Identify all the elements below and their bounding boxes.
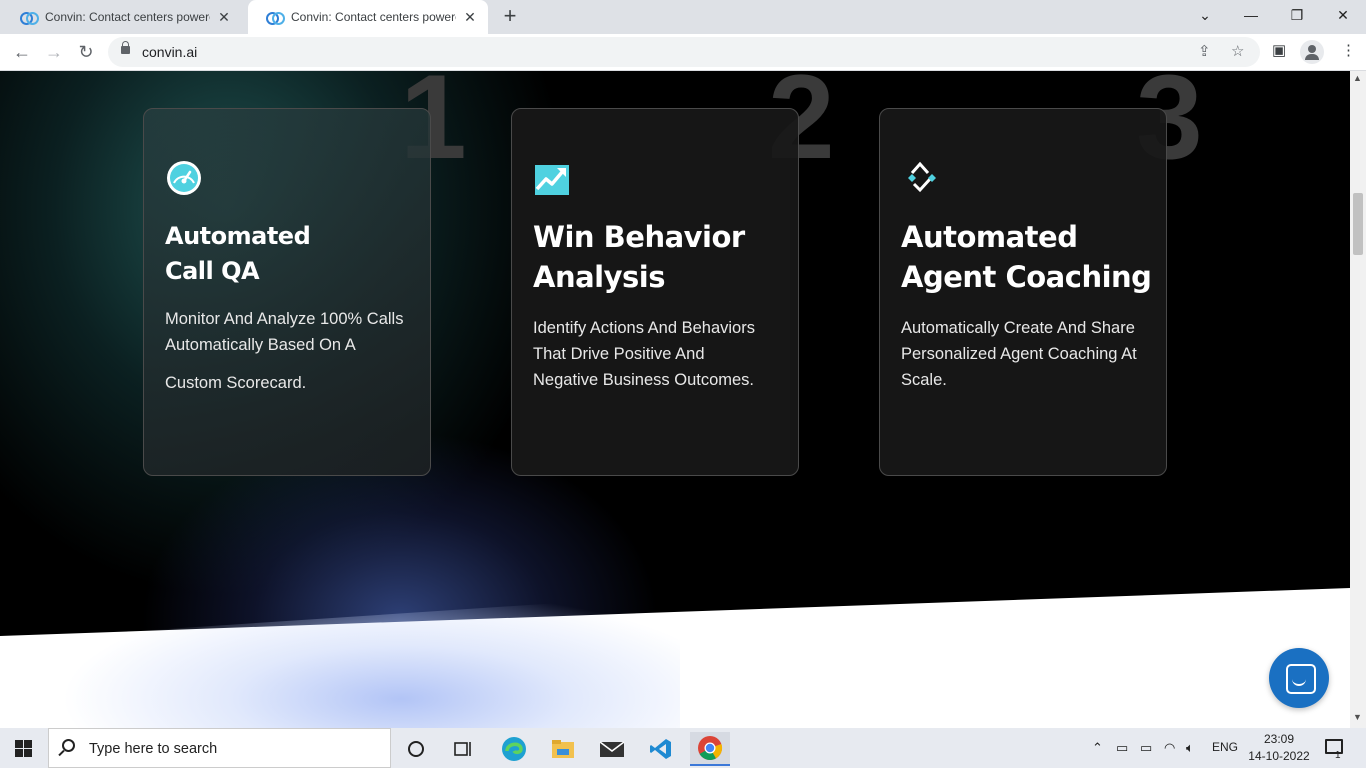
tab-search-icon[interactable]: ⌄ <box>1182 0 1228 30</box>
task-view-icon[interactable] <box>443 732 483 766</box>
card-desc-line: Identify Actions And Behaviors <box>533 319 755 337</box>
meet-now-icon[interactable]: ▭ <box>1116 740 1128 756</box>
convin-favicon-icon <box>20 9 39 25</box>
close-window-button[interactable]: ✕ <box>1320 0 1366 30</box>
search-placeholder: Type here to search <box>89 741 218 757</box>
page-viewport: 1 2 3 Automated Call QA Monitor And Anal… <box>0 71 1350 728</box>
file-explorer-icon[interactable] <box>543 732 583 766</box>
address-bar[interactable]: convin.ai ⇪ ☆ <box>108 37 1260 67</box>
volume-icon[interactable]: 🔈︎ <box>1186 740 1194 756</box>
windows-start-icon[interactable] <box>15 740 32 757</box>
card-title-line: Automated <box>901 220 1078 254</box>
windows-taskbar: Type here to search ⌃ ▭ ▭ ◠ 🔈︎ ENG 23:09… <box>0 728 1366 768</box>
new-tab-button[interactable]: + <box>498 5 522 29</box>
reload-icon[interactable]: ↻ <box>72 38 100 66</box>
convin-favicon-icon <box>266 9 285 25</box>
restore-button[interactable]: ❐ <box>1274 0 1320 30</box>
search-icon <box>62 739 75 752</box>
url-text: convin.ai <box>142 44 198 60</box>
scroll-up-arrow-icon[interactable]: ▲ <box>1353 73 1362 83</box>
speedometer-icon <box>167 161 201 195</box>
card-title-line: Analysis <box>533 260 665 294</box>
card-description: Identify Actions And Behaviors That Driv… <box>533 315 788 393</box>
card-desc-line: Personalized Agent Coaching At <box>901 345 1137 363</box>
card-title-line: Call QA <box>165 257 260 285</box>
card-title: Win Behavior Analysis <box>533 217 745 297</box>
card-desc-line: Custom Scorecard. <box>165 374 307 392</box>
card-title-line: Agent Coaching <box>901 260 1152 294</box>
tab-strip: Convin: Contact centers powered by AI ✕ … <box>0 0 1366 34</box>
taskbar-search-input[interactable]: Type here to search <box>48 728 391 768</box>
chrome-icon[interactable] <box>690 732 730 766</box>
card-title: Automated Agent Coaching <box>901 217 1152 297</box>
trend-chart-icon <box>535 165 569 195</box>
card-desc-line: Scale. <box>901 371 947 389</box>
browser-tab-2[interactable]: Convin: Contact centers powered by AI ✕ <box>248 0 488 34</box>
side-panel-icon[interactable]: ▣ <box>1272 41 1286 59</box>
profile-avatar-icon[interactable] <box>1300 40 1324 64</box>
vscode-icon[interactable] <box>641 732 681 766</box>
cortana-icon[interactable] <box>396 732 436 766</box>
edge-browser-icon[interactable] <box>494 732 534 766</box>
menu-kebab-icon[interactable]: ⋮ <box>1341 41 1356 59</box>
minimize-button[interactable]: — <box>1228 0 1274 30</box>
card-title-line: Automated <box>165 222 311 250</box>
tab-title: Convin: Contact centers powered by AI <box>45 10 210 24</box>
share-icon[interactable]: ⇪ <box>1198 42 1211 60</box>
feature-card-call-qa: Automated Call QA Monitor And Analyze 10… <box>143 108 431 476</box>
card-desc-line: Automatically Create And Share <box>901 319 1135 337</box>
feature-card-agent-coaching: Automated Agent Coaching Automatically C… <box>879 108 1167 476</box>
tray-overflow-icon[interactable]: ⌃ <box>1092 740 1103 756</box>
clock-time: 23:09 <box>1263 732 1295 746</box>
coaching-diamond-icon <box>908 161 936 193</box>
language-indicator[interactable]: ENG <box>1212 740 1238 754</box>
close-tab-icon[interactable]: ✕ <box>216 9 232 26</box>
card-desc-line: Monitor And Analyze 100% Calls <box>165 310 404 328</box>
card-title-line: Win Behavior <box>533 220 745 254</box>
browser-tab-1[interactable]: Convin: Contact centers powered by AI ✕ <box>2 0 242 34</box>
card-title: Automated Call QA <box>165 219 311 289</box>
card-desc-line: That Drive Positive And <box>533 345 705 363</box>
tab-title: Convin: Contact centers powered by AI <box>291 10 456 24</box>
browser-toolbar: ← → ↻ convin.ai ⇪ ☆ ▣ ⋮ <box>0 34 1366 71</box>
chat-launcher-icon[interactable] <box>1269 648 1329 708</box>
bookmark-star-icon[interactable]: ☆ <box>1231 42 1244 60</box>
scrollbar-thumb[interactable] <box>1353 193 1363 255</box>
notification-count: 1 <box>1335 750 1341 761</box>
lock-icon[interactable] <box>121 41 130 54</box>
taskbar-clock[interactable]: 23:09 14-10-2022 <box>1244 731 1314 765</box>
battery-icon[interactable]: ▭ <box>1140 740 1152 756</box>
close-tab-icon[interactable]: ✕ <box>462 9 478 26</box>
wifi-icon[interactable]: ◠ <box>1164 740 1175 756</box>
card-description: Automatically Create And Share Personali… <box>901 315 1156 393</box>
mail-icon[interactable] <box>592 732 632 766</box>
card-desc-line: Automatically Based On A <box>165 336 356 354</box>
page-scrollbar[interactable]: ▲ ▼ <box>1350 71 1366 728</box>
card-desc-line: Negative Business Outcomes. <box>533 371 755 389</box>
forward-icon[interactable]: → <box>40 38 68 66</box>
feature-card-win-behavior: Win Behavior Analysis Identify Actions A… <box>511 108 799 476</box>
card-description: Monitor And Analyze 100% Calls Automatic… <box>165 306 420 396</box>
clock-date: 14-10-2022 <box>1248 749 1310 763</box>
back-icon[interactable]: ← <box>8 38 36 66</box>
scroll-down-arrow-icon[interactable]: ▼ <box>1353 712 1362 722</box>
